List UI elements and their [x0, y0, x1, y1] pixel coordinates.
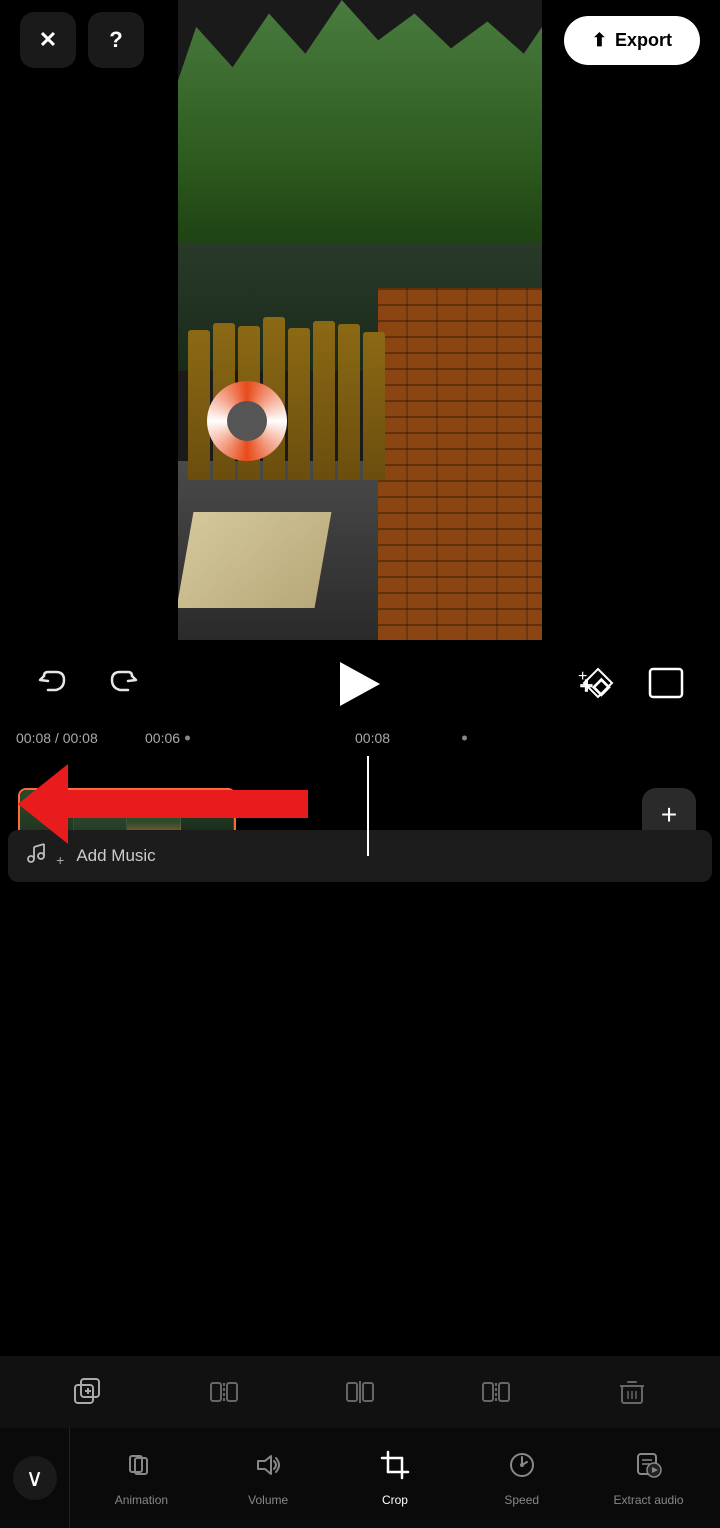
left-controls [32, 664, 144, 704]
time-dot-2 [462, 736, 467, 741]
chevron-down-icon: ∨ [26, 1464, 44, 1493]
split-left-icon [209, 1377, 239, 1407]
fence-post [288, 328, 310, 480]
time-ruler: 00:08 / 00:08 00:06 00:08 [0, 720, 720, 756]
extract-audio-icon [634, 1450, 664, 1487]
export-icon: ⬆ [592, 30, 607, 51]
volume-label: Volume [248, 1493, 288, 1507]
split-right-icon [481, 1377, 511, 1407]
time-6s: 00:06 [145, 730, 180, 746]
split-right-button[interactable] [470, 1366, 522, 1418]
crop-label: Crop [382, 1493, 408, 1507]
volume-icon [253, 1450, 283, 1487]
speed-icon [507, 1450, 537, 1487]
split-center-button[interactable] [334, 1366, 386, 1418]
time-8s: 00:08 [355, 730, 390, 746]
crop-icon [380, 1450, 410, 1487]
fence-post [338, 324, 360, 480]
nav-items: Animation Volume [70, 1450, 720, 1507]
timeline-section: 00:08 / 00:08 00:06 00:08 6.5s [0, 720, 720, 1308]
playhead-line [367, 756, 369, 856]
music-note-icon: + [24, 841, 48, 865]
life-ring-outer [207, 381, 287, 461]
close-button[interactable]: ✕ [20, 12, 76, 68]
redo-button[interactable] [104, 664, 144, 704]
speed-svg-icon [507, 1450, 537, 1480]
duplicate-icon [73, 1377, 103, 1407]
export-button[interactable]: ⬆ Export [564, 16, 700, 65]
delete-icon [618, 1378, 646, 1406]
nav-item-extract-audio[interactable]: Extract audio [614, 1450, 684, 1507]
music-icon: + + [24, 841, 64, 871]
bottom-nav: ∨ Animation Volume [0, 1428, 720, 1528]
life-ring-inner [227, 401, 267, 441]
split-center-icon [345, 1377, 375, 1407]
fence-post [363, 332, 385, 480]
nav-item-animation[interactable]: Animation [106, 1450, 176, 1507]
split-left-button[interactable] [198, 1366, 250, 1418]
extract-audio-svg-icon [634, 1450, 664, 1480]
arrow-body [68, 790, 308, 818]
time-dot-1 [185, 736, 190, 741]
video-preview [178, 0, 542, 640]
animation-svg-icon [126, 1450, 156, 1480]
redo-icon [108, 668, 140, 700]
extract-audio-label: Extract audio [614, 1493, 684, 1507]
right-controls: +◇ + [576, 661, 688, 708]
delete-button[interactable] [606, 1366, 658, 1418]
animation-icon [126, 1450, 156, 1487]
fullscreen-icon [644, 661, 688, 705]
top-left-buttons: ✕ ? [20, 12, 144, 68]
undo-button[interactable] [32, 664, 72, 704]
nav-item-volume[interactable]: Volume [233, 1450, 303, 1507]
undo-icon [36, 668, 68, 700]
life-ring [207, 381, 287, 461]
nav-collapse-button[interactable]: ∨ [13, 1456, 57, 1500]
ramp [178, 512, 332, 608]
time-current: 00:08 / 00:08 [16, 730, 98, 746]
svg-text:+: + [578, 668, 587, 685]
animation-label: Animation [115, 1493, 168, 1507]
volume-svg-icon [253, 1450, 283, 1480]
nav-item-speed[interactable]: Speed [487, 1450, 557, 1507]
bottom-toolbar [0, 1356, 720, 1428]
red-arrow-shape [18, 764, 308, 844]
video-frame [178, 0, 542, 640]
fullscreen-button[interactable] [644, 661, 688, 708]
speed-label: Speed [504, 1493, 539, 1507]
add-music-label: Add Music [76, 846, 155, 866]
nav-item-crop[interactable]: Crop [360, 1450, 430, 1507]
keyframe-icon: +◇ + [576, 661, 620, 705]
arrow-head [18, 764, 68, 844]
red-arrow-annotation [18, 764, 308, 844]
keyframe-button[interactable]: +◇ + [576, 661, 620, 708]
controls-bar: +◇ + [0, 648, 720, 720]
duplicate-button[interactable] [62, 1366, 114, 1418]
fence-post [313, 321, 335, 480]
play-button[interactable] [340, 662, 380, 706]
crop-svg-icon [380, 1450, 410, 1480]
video-scene [178, 0, 542, 640]
play-triangle-icon [340, 662, 380, 706]
nav-chevron: ∨ [0, 1428, 70, 1528]
help-button[interactable]: ? [88, 12, 144, 68]
top-bar: ✕ ? ⬆ Export [0, 0, 720, 80]
